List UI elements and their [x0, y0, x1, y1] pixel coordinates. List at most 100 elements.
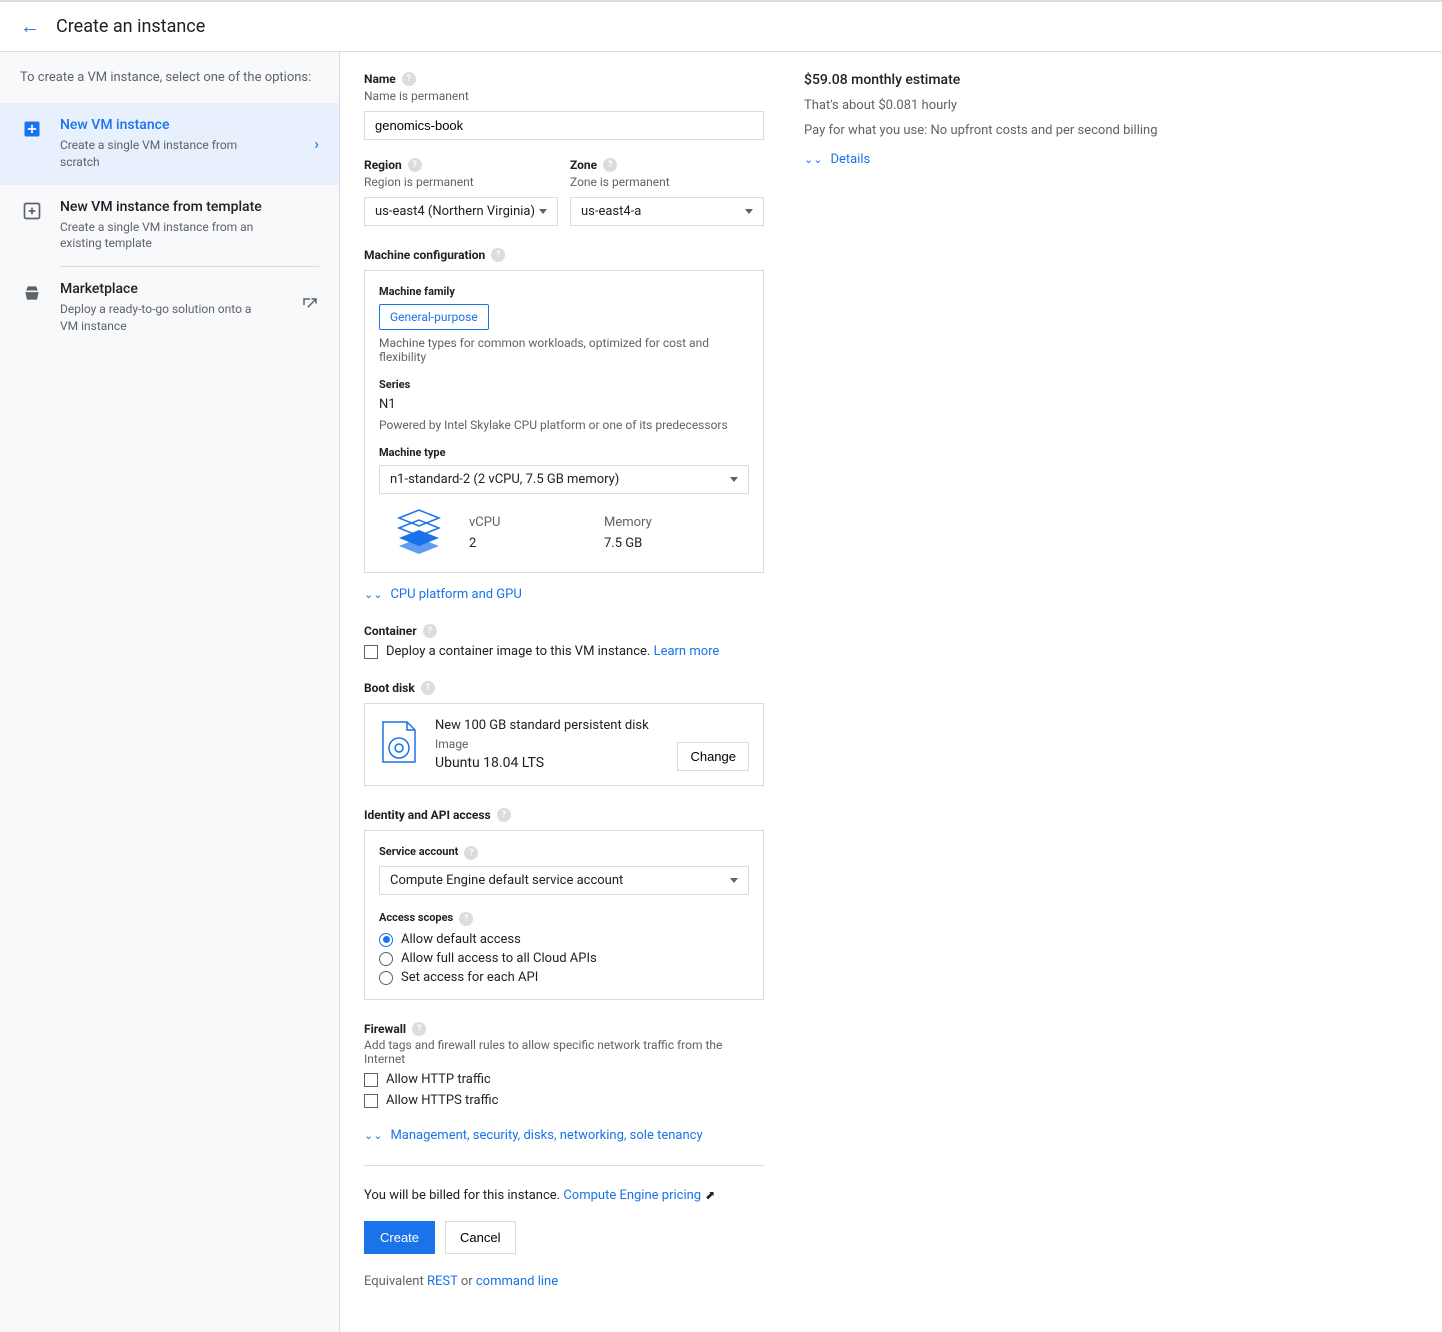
- estimate-payg: Pay for what you use: No upfront costs a…: [804, 123, 1158, 138]
- firewall-label: Firewall?: [364, 1022, 764, 1036]
- sidebar-item-desc: Create a single VM instance from scratch: [60, 137, 260, 171]
- help-icon[interactable]: ?: [423, 624, 437, 638]
- boot-disk-title: New 100 GB standard persistent disk: [435, 718, 677, 733]
- expand-icon: ⌄⌄: [804, 153, 822, 166]
- name-input[interactable]: [364, 111, 764, 140]
- create-button[interactable]: Create: [364, 1221, 435, 1254]
- identity-panel: Service account? Compute Engine default …: [364, 830, 764, 1000]
- external-icon: [301, 296, 319, 319]
- estimate-panel: $59.08 monthly estimate That's about $0.…: [804, 72, 1158, 1312]
- zone-hint: Zone is permanent: [570, 175, 764, 189]
- help-icon[interactable]: ?: [459, 912, 473, 926]
- help-icon[interactable]: ?: [421, 681, 435, 695]
- service-account-select[interactable]: Compute Engine default service account: [379, 866, 749, 895]
- caret-down-icon: [730, 477, 738, 482]
- series-hint: Powered by Intel Skylake CPU platform or…: [379, 418, 749, 432]
- name-hint: Name is permanent: [364, 89, 764, 103]
- sidebar-item-desc: Create a single VM instance from an exis…: [60, 219, 260, 253]
- learn-more-link[interactable]: Learn more: [654, 644, 720, 659]
- memory-value: 7.5 GB: [604, 536, 739, 551]
- back-arrow-icon[interactable]: ←: [20, 14, 40, 39]
- firewall-hint: Add tags and firewall rules to allow spe…: [364, 1038, 764, 1066]
- name-label: Name?: [364, 72, 416, 86]
- sidebar-item-new-vm[interactable]: New VM instance Create a single VM insta…: [0, 103, 339, 185]
- help-icon[interactable]: ?: [408, 158, 422, 172]
- sidebar-item-title: Marketplace: [60, 281, 301, 297]
- scope-radio-each[interactable]: [379, 971, 393, 985]
- sidebar-item-template[interactable]: New VM instance from template Create a s…: [0, 185, 339, 267]
- estimate-title: $59.08 monthly estimate: [804, 72, 1158, 88]
- help-icon[interactable]: ?: [603, 158, 617, 172]
- memory-label: Memory: [604, 515, 739, 530]
- family-chip[interactable]: General-purpose: [379, 304, 489, 330]
- cmdline-link[interactable]: command line: [476, 1274, 558, 1289]
- machine-type-label: Machine type: [379, 446, 749, 459]
- family-label: Machine family: [379, 285, 749, 298]
- help-icon[interactable]: ?: [402, 72, 416, 86]
- page-title: Create an instance: [56, 16, 205, 37]
- https-checkbox[interactable]: [364, 1094, 378, 1108]
- expand-icon: ⌄⌄: [364, 1129, 382, 1142]
- boot-disk-panel: New 100 GB standard persistent disk Imag…: [364, 703, 764, 786]
- sidebar-item-marketplace[interactable]: Marketplace Deploy a ready-to-go solutio…: [0, 267, 339, 349]
- plus-outline-icon: [20, 199, 44, 223]
- sidebar-intro: To create a VM instance, select one of t…: [0, 52, 339, 103]
- boot-disk-label: Boot disk?: [364, 681, 764, 695]
- chevron-right-icon: ›: [314, 134, 319, 153]
- cpu-gpu-expand[interactable]: ⌄⌄CPU platform and GPU: [364, 587, 522, 602]
- scope-radio-default[interactable]: [379, 933, 393, 947]
- sidebar: To create a VM instance, select one of t…: [0, 52, 340, 1332]
- rest-link[interactable]: REST: [427, 1274, 458, 1289]
- vcpu-label: vCPU: [469, 515, 604, 530]
- basket-icon: [20, 281, 44, 305]
- cancel-button[interactable]: Cancel: [445, 1221, 515, 1254]
- boot-disk-image-label: Image: [435, 737, 677, 751]
- management-expand[interactable]: ⌄⌄Management, security, disks, networkin…: [364, 1128, 703, 1143]
- help-icon[interactable]: ?: [497, 808, 511, 822]
- http-checkbox[interactable]: [364, 1073, 378, 1087]
- machine-config-panel: Machine family General-purpose Machine t…: [364, 270, 764, 573]
- sidebar-item-desc: Deploy a ready-to-go solution onto a VM …: [60, 301, 260, 335]
- http-label: Allow HTTP traffic: [386, 1072, 491, 1087]
- help-icon[interactable]: ?: [464, 846, 478, 860]
- help-icon[interactable]: ?: [412, 1022, 426, 1036]
- series-label: Series: [379, 378, 749, 391]
- caret-down-icon: [730, 878, 738, 883]
- stack-icon: [389, 508, 449, 558]
- container-text: Deploy a container image to this VM inst…: [386, 644, 719, 659]
- external-link-icon: ⬈: [705, 1188, 715, 1202]
- caret-down-icon: [745, 209, 753, 214]
- sidebar-item-title: New VM instance from template: [60, 199, 319, 215]
- scope-label: Allow default access: [401, 932, 521, 947]
- change-button[interactable]: Change: [677, 742, 749, 771]
- scope-radio-full[interactable]: [379, 952, 393, 966]
- family-hint: Machine types for common workloads, opti…: [379, 336, 749, 364]
- region-select[interactable]: us-east4 (Northern Virginia): [364, 197, 558, 226]
- machine-config-label: Machine configuration?: [364, 248, 764, 262]
- region-label: Region?: [364, 158, 422, 172]
- container-checkbox[interactable]: [364, 645, 378, 659]
- https-label: Allow HTTPS traffic: [386, 1093, 498, 1108]
- region-hint: Region is permanent: [364, 175, 558, 189]
- boot-disk-os: Ubuntu 18.04 LTS: [435, 755, 677, 771]
- scope-label: Allow full access to all Cloud APIs: [401, 951, 597, 966]
- caret-down-icon: [539, 209, 547, 214]
- pricing-link[interactable]: Compute Engine pricing: [563, 1188, 701, 1203]
- plus-box-icon: [20, 117, 44, 141]
- container-label: Container?: [364, 624, 764, 638]
- billing-text: You will be billed for this instance. Co…: [364, 1188, 764, 1203]
- sidebar-item-title: New VM instance: [60, 117, 314, 133]
- zone-label: Zone?: [570, 158, 617, 172]
- estimate-hourly: That's about $0.081 hourly: [804, 98, 1158, 113]
- scope-label: Set access for each API: [401, 970, 538, 985]
- zone-select[interactable]: us-east4-a: [570, 197, 764, 226]
- service-account-label: Service account?: [379, 845, 749, 860]
- vcpu-value: 2: [469, 536, 604, 551]
- help-icon[interactable]: ?: [491, 248, 505, 262]
- expand-icon: ⌄⌄: [364, 588, 382, 601]
- machine-type-select[interactable]: n1-standard-2 (2 vCPU, 7.5 GB memory): [379, 465, 749, 494]
- identity-label: Identity and API access?: [364, 808, 764, 822]
- details-expand[interactable]: ⌄⌄Details: [804, 152, 870, 167]
- disk-icon: [379, 718, 419, 766]
- series-value: N1: [379, 397, 749, 412]
